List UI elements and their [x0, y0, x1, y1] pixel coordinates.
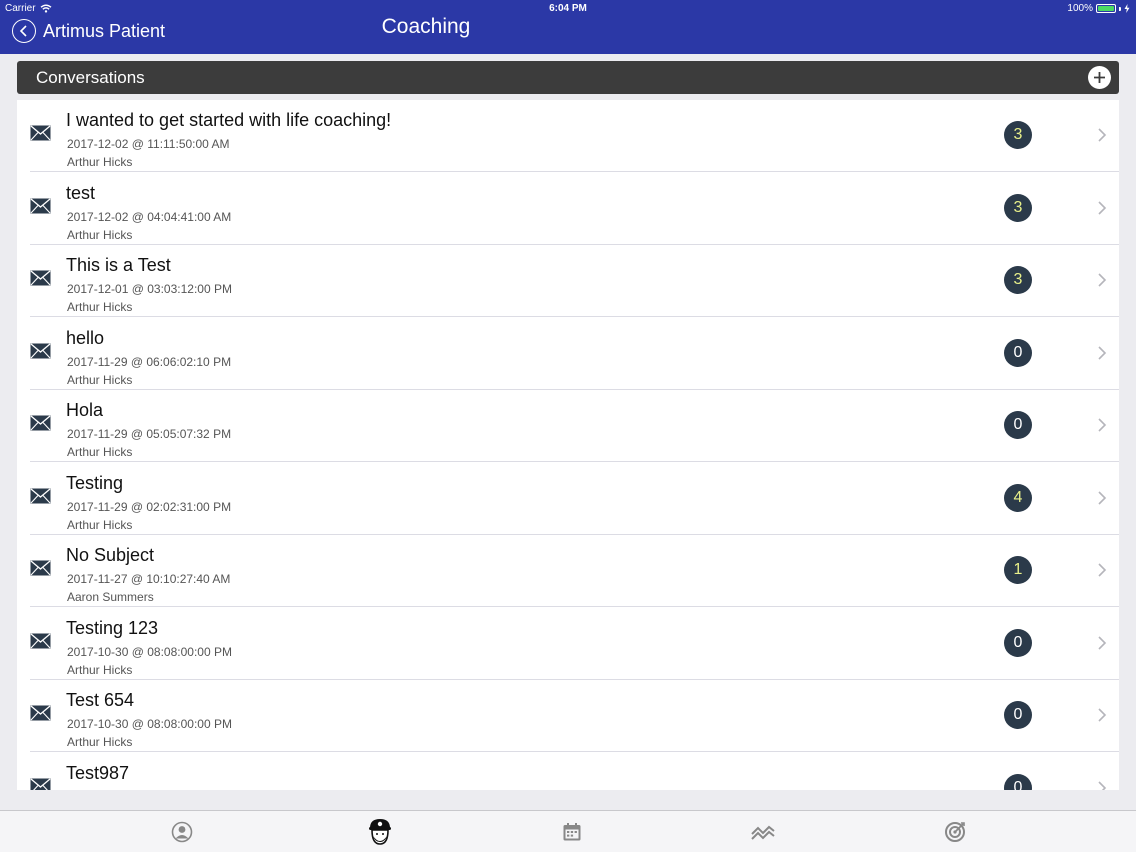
envelope-icon	[30, 415, 51, 431]
plus-icon	[1094, 72, 1105, 83]
message-count-badge: 3	[1004, 266, 1032, 294]
envelope-icon	[30, 633, 51, 648]
tab-trends[interactable]	[750, 819, 776, 845]
coach-avatar-icon	[369, 819, 391, 845]
top-bar: Carrier 6:04 PM 100% Artimus Patient Coa…	[0, 0, 1136, 54]
conversation-subject: No Subject	[66, 545, 155, 565]
conversation-subject: I wanted to get started with life coachi…	[66, 110, 392, 130]
goals-target-icon	[945, 822, 965, 842]
trends-icon	[751, 825, 775, 840]
conversation-author: Arthur Hicks	[67, 662, 133, 677]
conversation-date: 2017-10-30 @ 08:08:00:00 PM	[67, 644, 232, 659]
conversation-author: Arthur Hicks	[67, 445, 133, 459]
conversation-author: Arthur Hicks	[67, 227, 133, 242]
envelope-icon	[30, 488, 51, 503]
envelope-icon	[30, 560, 51, 576]
tab-profile[interactable]	[169, 819, 195, 845]
message-count-badge: 0	[1004, 411, 1032, 439]
conversation-date: 2017-11-29 @ 05:05:07:32 PM	[67, 427, 232, 441]
conversation-date: 2017-12-02 @ 04:04:41:00 AM	[67, 209, 232, 224]
conversation-date: 2017-11-29 @ 06:06:02:10 PM	[67, 354, 232, 369]
envelope-icon	[30, 198, 51, 213]
conversation-date: 2017-12-01 @ 03:03:12:00 PM	[67, 282, 232, 296]
status-bar: Carrier 6:04 PM 100%	[0, 2, 1136, 16]
status-time: 6:04 PM	[549, 3, 587, 14]
calendar-icon	[563, 823, 581, 841]
chevron-right-icon	[1098, 635, 1107, 650]
envelope-icon	[30, 270, 51, 286]
tab-calendar[interactable]	[559, 819, 585, 845]
message-count-badge: 1	[1004, 556, 1032, 584]
conversation-row[interactable]: Test 654 2017-10-30 @ 08:08:00:00 PM Arthu…	[17, 680, 1119, 752]
profile-icon	[171, 821, 193, 843]
chevron-right-icon	[1098, 708, 1107, 722]
envelope-icon	[30, 343, 51, 358]
tab-goals[interactable]	[942, 819, 968, 845]
message-count-badge: 3	[1004, 193, 1032, 222]
conversation-row[interactable]: No Subject 2017-11-27 @ 10:10:27:40 AM Aar…	[17, 535, 1119, 607]
envelope-icon	[30, 778, 51, 790]
message-count-badge: 4	[1004, 483, 1032, 512]
conversation-subject: Test987	[66, 762, 130, 783]
conversation-row[interactable]: hello 2017-11-29 @ 06:06:02:10 PM Arthur H…	[17, 318, 1119, 390]
message-count-badge: 0	[1004, 701, 1032, 729]
conversation-subject: hello	[66, 327, 105, 348]
chevron-right-icon	[1098, 490, 1107, 505]
message-count-badge: 0	[1004, 773, 1032, 790]
conversation-author: Arthur Hicks	[67, 300, 133, 314]
conversation-date: 2017-11-27 @ 10:10:27:40 AM	[67, 572, 231, 586]
conversation-row[interactable]: Testing 123 2017-10-30 @ 08:08:00:00 PM Ar…	[17, 608, 1119, 680]
message-count-badge: 3	[1004, 121, 1032, 149]
conversation-row[interactable]: This is a Test 2017-12-01 @ 03:03:12:00 P…	[17, 245, 1119, 317]
tab-bar	[0, 810, 1136, 852]
conversation-subject: This is a Test	[66, 255, 171, 275]
conversation-author: Arthur Hicks	[67, 735, 133, 749]
conversation-date: 2017-12-02 @ 11:11:50:00 AM	[67, 137, 230, 151]
charging-icon	[1124, 4, 1130, 13]
conversation-subject: Test 654	[66, 690, 135, 710]
battery-indicator: 100%	[1067, 3, 1130, 14]
message-count-badge: 0	[1004, 628, 1032, 657]
add-conversation-button[interactable]	[1088, 66, 1111, 89]
conversation-subject: Testing 123	[66, 617, 159, 638]
conversation-author: Arthur Hicks	[67, 517, 133, 532]
chevron-right-icon	[1098, 200, 1107, 215]
envelope-icon	[30, 125, 51, 141]
conversation-list: I wanted to get started with life coachi…	[17, 100, 1119, 790]
conversation-subject: test	[66, 182, 96, 203]
chevron-right-icon	[1098, 345, 1107, 360]
conversation-row[interactable]: I wanted to get started with life coachi…	[17, 100, 1119, 172]
conversation-subject: Hola	[66, 400, 104, 420]
tab-coaching[interactable]	[367, 819, 393, 845]
conversation-row[interactable]: Test987 0	[17, 753, 1119, 790]
chevron-right-icon	[1098, 128, 1107, 142]
page-title: Coaching	[381, 15, 471, 38]
message-count-badge: 0	[1004, 338, 1032, 367]
chevron-right-icon	[1098, 273, 1107, 287]
envelope-icon	[30, 705, 51, 721]
chevron-right-icon	[1098, 563, 1107, 577]
conversation-row[interactable]: Testing 2017-11-29 @ 02:02:31:00 PM Arthur…	[17, 463, 1119, 535]
battery-icon	[1096, 4, 1116, 13]
battery-percent: 100%	[1067, 3, 1093, 14]
chevron-right-icon	[1098, 418, 1107, 432]
conversation-date: 2017-11-29 @ 02:02:31:00 PM	[67, 499, 232, 514]
conversation-author: Aaron Summers	[67, 590, 154, 604]
conversation-author: Arthur Hicks	[67, 372, 133, 387]
conversation-subject: Testing	[66, 472, 124, 493]
conversation-row[interactable]: test 2017-12-02 @ 04:04:41:00 AM Arthur Hi…	[17, 173, 1119, 245]
conversation-author: Arthur Hicks	[67, 155, 133, 169]
conversation-date: 2017-10-30 @ 08:08:00:00 PM	[67, 717, 232, 731]
conversation-row[interactable]: Hola 2017-11-29 @ 05:05:07:32 PM Arthur Hi…	[17, 390, 1119, 462]
section-title: Conversations	[36, 68, 145, 87]
conversations-header: Conversations	[17, 61, 1119, 94]
chevron-right-icon	[1098, 780, 1107, 790]
